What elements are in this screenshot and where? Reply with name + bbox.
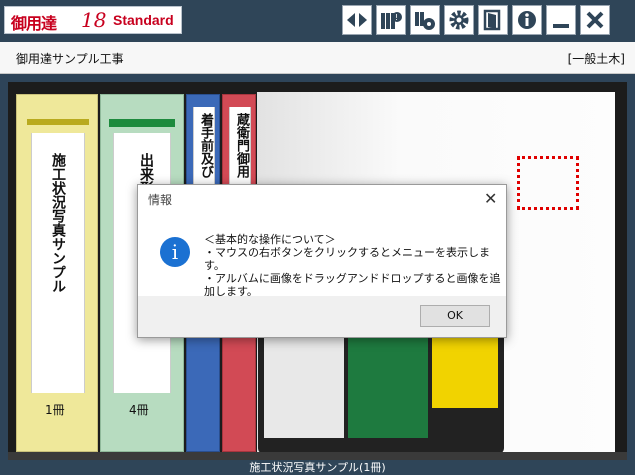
status-bar: 施工状況写真サンプル(1冊) [0,460,635,475]
info-icon: i [160,237,190,267]
dialog-message-line: ＜基本的な操作について＞ [204,233,336,246]
binder-3-label: 着手前及び [193,107,215,193]
album-preview-tablet [258,330,504,454]
drop-target-marker[interactable] [517,156,579,210]
close-icon [586,11,604,29]
settings-button[interactable] [444,5,474,35]
logo-name: 御用達 [11,14,57,33]
photo-info-button[interactable]: ! [376,5,406,35]
binder-3-title: 着手前及び [198,113,213,178]
dialog-message-line: ・アルバムに画像をドラッグアンドドロップすると画像を追加します。 [204,272,501,298]
binder-1[interactable]: 施工状況写真サンプル 1冊 [16,94,98,452]
info-dialog: 情報 ✕ i ＜基本的な操作について＞ ・マウスの右ボタンをクリックするとメニュ… [137,184,507,338]
dialog-title: 情報 [148,193,173,207]
preview-page-3 [432,338,498,408]
info-button[interactable] [512,5,542,35]
minimize-button[interactable] [546,5,576,35]
app-logo: 御用達 18 Standard [4,6,182,34]
shelf-floor [8,452,627,460]
binder-1-title: 施工状況写真サンプル [50,153,66,293]
minimize-icon [553,24,569,28]
logo-version: 18 [81,8,107,32]
binder-2-stripe [109,119,175,127]
info-icon [518,11,536,29]
open-book-icon [483,9,501,31]
prev-next-button[interactable] [342,5,372,35]
close-button[interactable] [580,5,610,35]
photo-settings-icon [415,12,435,30]
gear-icon [449,10,469,30]
logo-edition: Standard [113,12,174,28]
binder-1-stripe [27,119,89,125]
project-bar: 御用達サンプル工事 [一般土木] [0,42,635,74]
svg-text:!: ! [395,13,398,22]
preview-page-2 [348,338,428,438]
binder-2-count: 4冊 [129,403,149,417]
ok-button[interactable]: OK [420,305,490,327]
open-book-button[interactable] [478,5,508,35]
prev-next-arrows-icon [347,13,367,27]
photo-info-icon: ! [381,12,402,29]
photo-settings-button[interactable] [410,5,440,35]
binder-4-title: 蔵衛門御用 [234,113,249,178]
dialog-close-button[interactable]: ✕ [484,189,497,208]
dialog-message: ＜基本的な操作について＞ ・マウスの右ボタンをクリックするとメニューを表示します… [204,233,506,298]
binder-1-label: 施工状況写真サンプル [31,133,85,393]
binder-1-count: 1冊 [45,403,65,417]
dialog-message-line: ・マウスの右ボタンをクリックするとメニューを表示します。 [204,246,490,272]
preview-page-1 [264,338,344,438]
project-category: [一般土木] [567,52,625,66]
project-name: 御用達サンプル工事 [16,52,124,66]
